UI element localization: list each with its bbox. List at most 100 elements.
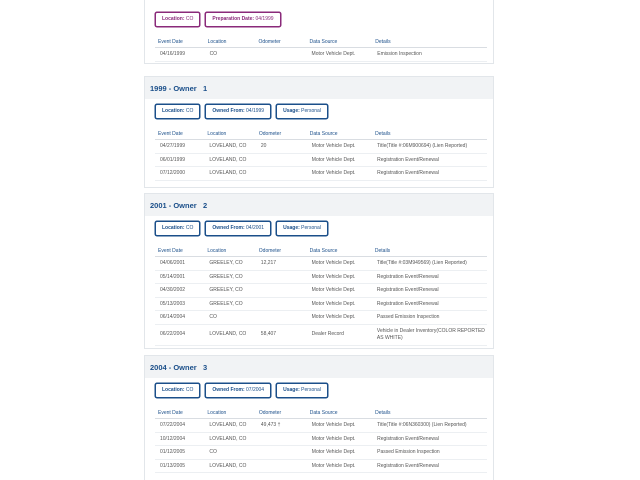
table-row: 04/30/2002 GREELEY, CO Motor Vehicle Dep… (155, 283, 487, 298)
cell-source: Motor Vehicle Dept. (306, 283, 372, 298)
cell-location: CO (204, 445, 256, 460)
cell-details: Registration Event/Renewal (372, 432, 487, 446)
table-header-row: Event Date Location Odometer Data Source… (155, 407, 487, 419)
cell-source: Motor Vehicle Dept. (306, 153, 373, 167)
table-row: 06/22/2004 LOVELAND, CO 58,407 Dealer Re… (155, 324, 487, 346)
table-row: 06/01/1999 LOVELAND, CO Motor Vehicle De… (155, 153, 487, 167)
cell-source: Motor Vehicle Dept. (306, 432, 373, 446)
table-row: 01/12/2005 CO Motor Vehicle Dept. Passed… (155, 445, 487, 460)
col-odometer: Odometer (255, 36, 307, 48)
pill-row: Location: CO Owned From: 04/1999 Usage: … (145, 99, 493, 119)
col-data-source: Data Source (306, 36, 373, 48)
cell-source: Motor Vehicle Dept. (306, 139, 373, 154)
col-details: Details (372, 36, 487, 48)
cell-odometer: 58,407 (255, 324, 307, 346)
cell-details: Registration Event/Renewal (372, 153, 487, 167)
cell-source: Motor Vehicle Dept. (306, 256, 372, 271)
cell-date: 05/14/2001 (155, 270, 205, 284)
pill-row: Location: CO Owned From: 04/2001 Usage: … (145, 216, 493, 236)
cell-source: Motor Vehicle Dept. (306, 445, 373, 460)
cell-details: Registration Event/Renewal (371, 297, 487, 311)
table-row: 07/12/2000 LOVELAND, CO Motor Vehicle De… (155, 166, 487, 181)
cell-date: 01/12/2005 (155, 445, 205, 460)
usage-pill: Usage: Personal (276, 221, 328, 236)
cell-date: 10/12/2004 (155, 432, 205, 446)
cell-source: Dealer Record (306, 324, 372, 346)
cell-date: 06/22/2004 (155, 324, 205, 346)
cell-date: 04/06/2001 (155, 256, 205, 271)
owned-from-pill: Owned From: 07/2004 (205, 383, 272, 398)
col-event-date: Event Date (155, 36, 205, 48)
location-pill: Location: CO (155, 383, 201, 398)
cell-location: LOVELAND, CO (204, 432, 256, 446)
cell-date: 04/16/1999 (155, 47, 205, 62)
owner-1-header: 1999 - Owner 1 (145, 77, 493, 99)
cell-odometer (255, 432, 307, 446)
usage-pill: Usage: Personal (276, 383, 328, 398)
cell-location: LOVELAND, CO (204, 166, 256, 181)
cell-source: Motor Vehicle Dept. (306, 47, 373, 62)
table-header-row: Event Date Location Odometer Data Source… (155, 128, 487, 140)
col-location: Location (204, 128, 256, 140)
cell-details: Registration Event/Renewal (372, 166, 487, 181)
cell-details: Emission Inspection (372, 47, 487, 62)
col-details: Details (372, 128, 487, 140)
pill-row: Location: CO Owned From: 07/2004 Usage: … (145, 378, 493, 398)
cell-details: Title(Title #:03M949569) (Lien Reported) (371, 256, 487, 271)
cell-location: LOVELAND, CO (204, 139, 256, 154)
col-data-source: Data Source (306, 407, 373, 419)
cell-date: 06/01/1999 (155, 153, 205, 167)
location-pill: Location: CO (155, 104, 201, 119)
cell-date: 01/13/2005 (155, 459, 205, 473)
cell-odometer (255, 310, 307, 325)
cell-details: Registration Event/Renewal (371, 270, 487, 284)
col-event-date: Event Date (155, 407, 205, 419)
cell-source: Motor Vehicle Dept. (306, 418, 373, 433)
cell-details: Passed Emission Inspection (371, 310, 487, 325)
event-table: Event Date Location Odometer Data Source… (155, 245, 487, 346)
vehicle-history-report: Location: CO Preparation Date: 04/1999 E… (0, 0, 640, 480)
cell-location: CO (204, 47, 256, 62)
owned-from-pill: Owned From: 04/2001 (205, 221, 272, 236)
cell-odometer (255, 297, 307, 311)
cell-location: GREELEY, CO (204, 283, 256, 298)
cell-details: Registration Event/Renewal (372, 459, 487, 473)
pill-row: Location: CO Preparation Date: 04/1999 (145, 0, 493, 27)
section-owner-1: 1999 - Owner 1 Location: CO Owned From: … (144, 76, 494, 188)
cell-source: Motor Vehicle Dept. (306, 270, 372, 284)
event-table: Event Date Location Odometer Data Source… (155, 128, 487, 181)
cell-odometer (255, 445, 307, 460)
col-details: Details (371, 245, 487, 257)
owned-from-pill: Owned From: 04/1999 (205, 104, 272, 119)
cell-date: 04/27/1999 (155, 139, 205, 154)
location-pill: Location: CO (155, 221, 201, 236)
cell-date: 07/12/2000 (155, 166, 205, 181)
cell-details: Registration Event/Renewal (371, 283, 487, 298)
cell-odometer: 12,217 (255, 256, 307, 271)
col-location: Location (204, 407, 256, 419)
table-row: 06/14/2004 CO Motor Vehicle Dept. Passed… (155, 310, 487, 325)
owner-2-header: 2001 - Owner 2 (145, 194, 493, 216)
cell-date: 06/14/2004 (155, 310, 205, 325)
col-odometer: Odometer (255, 245, 307, 257)
table-header-row: Event Date Location Odometer Data Source… (155, 36, 487, 48)
cell-location: LOVELAND, CO (204, 418, 256, 433)
cell-odometer (255, 283, 307, 298)
cell-source: Motor Vehicle Dept. (306, 459, 373, 473)
table-header-row: Event Date Location Odometer Data Source… (155, 245, 487, 257)
cell-details: Title(Title #:06N360300) (Lien Reported) (372, 418, 487, 433)
col-details: Details (372, 407, 487, 419)
cell-odometer (255, 166, 307, 181)
cell-date: 05/13/2003 (155, 297, 205, 311)
cell-date: 04/30/2002 (155, 283, 205, 298)
cell-location: LOVELAND, CO (204, 459, 256, 473)
cell-odometer: 20 (255, 139, 307, 154)
table-row: 10/12/2004 LOVELAND, CO Motor Vehicle De… (155, 432, 487, 446)
cell-location: GREELEY, CO (204, 297, 256, 311)
cell-odometer: 49,473 † (255, 418, 307, 433)
cell-source: Motor Vehicle Dept. (306, 297, 372, 311)
col-event-date: Event Date (155, 245, 205, 257)
cell-location: GREELEY, CO (204, 256, 256, 271)
cell-odometer (255, 47, 307, 62)
cell-source: Motor Vehicle Dept. (306, 166, 373, 181)
